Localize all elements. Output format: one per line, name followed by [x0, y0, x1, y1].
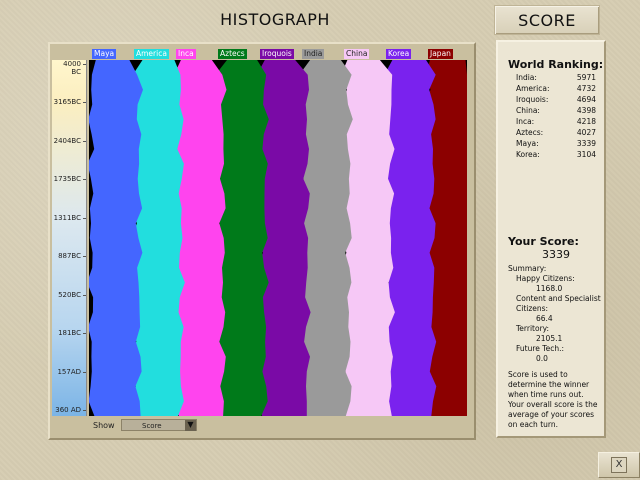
- dropdown-arrow-icon[interactable]: ▼: [185, 420, 196, 431]
- territory-label: Territory:: [516, 324, 550, 333]
- year-tick: 1311BC: [52, 214, 86, 222]
- ranking-row: Korea: 3104: [516, 149, 596, 160]
- future-tech-value: 0.0: [536, 354, 548, 363]
- ranking-civ-name: Iroquois:: [516, 95, 549, 104]
- show-label: Show: [93, 420, 115, 430]
- year-tick: 2404BC: [52, 137, 86, 145]
- ranking-row: Iroquois: 4694: [516, 94, 596, 105]
- ranking-row: China: 4398: [516, 105, 596, 116]
- ranking-civ-name: Korea:: [516, 150, 540, 159]
- close-button[interactable]: X: [598, 452, 640, 478]
- year-tick: 181BC: [52, 329, 86, 337]
- year-tick: 1735BC: [52, 175, 86, 183]
- histograph-plot: [89, 60, 467, 416]
- ranking-civ-score: 4694: [576, 95, 596, 104]
- legend-item-korea: Korea: [386, 49, 412, 59]
- legend-item-china: China: [344, 49, 370, 59]
- happy-citizens-value: 1168.0: [536, 284, 563, 293]
- your-score-value: 3339: [542, 248, 570, 261]
- year-axis: 4000 BC 3165BC 2404BC 1735BC 1311BC 887BC 520B…: [52, 60, 87, 416]
- ranking-row: Maya: 3339: [516, 138, 596, 149]
- territory-value: 2105.1: [536, 334, 563, 343]
- ranking-civ-name: America:: [516, 84, 550, 93]
- ranking-civ-name: Inca:: [516, 117, 535, 126]
- ranking-civ-name: India:: [516, 73, 537, 82]
- ranking-row: Aztecs: 4027: [516, 127, 596, 138]
- legend-item-inca: Inca: [176, 49, 196, 59]
- legend-item-india: India: [302, 49, 325, 59]
- show-dropdown[interactable]: Score ▼: [121, 419, 197, 431]
- future-tech-label: Future Tech.:: [516, 344, 564, 353]
- year-tick: 4000 BC: [52, 60, 86, 76]
- score-summary: Summary: Happy Citizens: 1168.0 Content …: [508, 264, 602, 364]
- ranking-civ-score: 5971: [576, 73, 596, 82]
- ranking-civ-score: 3339: [576, 139, 596, 148]
- legend-item-maya: Maya: [92, 49, 117, 59]
- legend-item-iroquois: Iroquois: [260, 49, 294, 59]
- happy-citizens-label: Happy Citizens:: [516, 274, 575, 283]
- score-panel: World Ranking: India: 5971 America: 4732 Iro…: [496, 40, 606, 438]
- ranking-row: Inca: 4218: [516, 116, 596, 127]
- legend-item-japan: Japan: [428, 49, 453, 59]
- ranking-civ-name: Maya:: [516, 139, 539, 148]
- your-score-label: Your Score:: [508, 235, 579, 248]
- civilization-legend: Maya America Inca Aztecs Iroquois India China K…: [89, 49, 467, 60]
- legend-item-aztecs: Aztecs: [218, 49, 247, 59]
- ranking-civ-score: 4398: [576, 106, 596, 115]
- close-icon[interactable]: X: [611, 457, 627, 473]
- content-citizens-label: Content and Specialist Citizens:: [516, 294, 601, 313]
- content-citizens-value: 66.4: [536, 314, 553, 323]
- summary-label: Summary:: [508, 264, 547, 273]
- ranking-row: America: 4732: [516, 83, 596, 94]
- show-dropdown-value: Score: [142, 422, 162, 430]
- ranking-civ-name: Aztecs:: [516, 128, 544, 137]
- ranking-civ-score: 4732: [576, 84, 596, 93]
- year-tick: 3165BC: [52, 98, 86, 106]
- ranking-civ-score: 4027: [576, 128, 596, 137]
- world-ranking-list: India: 5971 America: 4732 Iroquois: 4694 China…: [516, 72, 596, 160]
- score-title: SCORE: [494, 5, 600, 35]
- ranking-civ-name: China:: [516, 106, 540, 115]
- ranking-row: India: 5971: [516, 72, 596, 83]
- score-note: Score is used to determine the winner wh…: [508, 370, 598, 429]
- year-tick: 887BC: [52, 252, 86, 260]
- year-tick: 360 AD: [52, 406, 86, 414]
- histograph-title: HISTOGRAPH: [220, 9, 330, 29]
- year-tick: 157AD: [52, 368, 86, 376]
- world-ranking-title: World Ranking:: [508, 58, 604, 71]
- histograph-band-maya: [89, 60, 143, 416]
- show-row: Show Score ▼: [89, 417, 467, 433]
- histograph-svg: [89, 60, 467, 416]
- legend-item-america: America: [134, 49, 169, 59]
- ranking-civ-score: 3104: [576, 150, 596, 159]
- ranking-civ-score: 4218: [576, 117, 596, 126]
- year-tick: 520BC: [52, 291, 86, 299]
